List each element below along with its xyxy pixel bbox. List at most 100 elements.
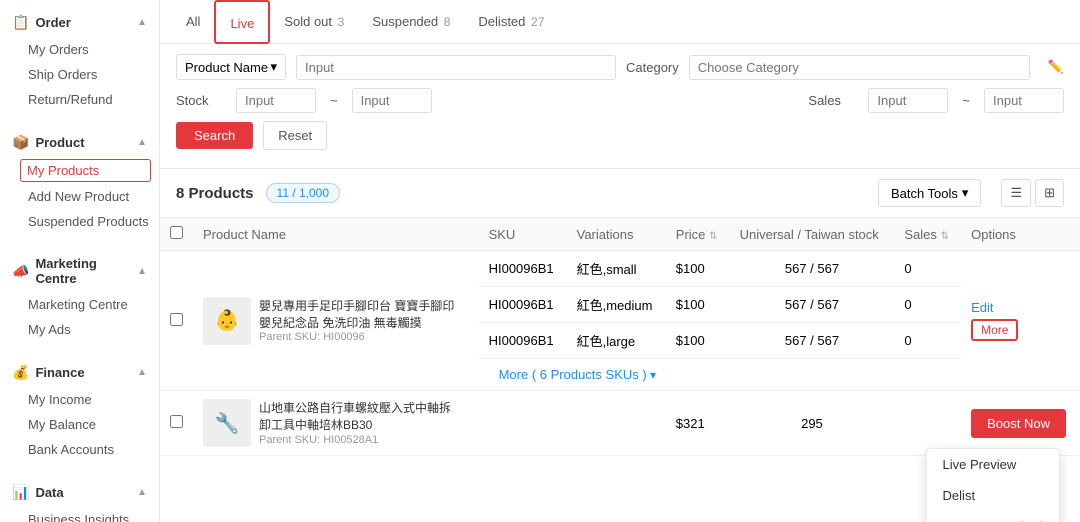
stock-tilde: ~	[326, 93, 342, 108]
row1-variant3-sales: 0	[894, 323, 961, 359]
chevron-down-icon: ▾	[270, 59, 277, 75]
products-count-badge: 11 / 1,000	[266, 183, 341, 203]
product-name-input[interactable]	[296, 55, 616, 80]
sidebar-item-my-ads[interactable]: My Ads	[0, 317, 159, 342]
batch-tools-button[interactable]: Batch Tools ▾	[878, 179, 982, 207]
sidebar-item-ship-orders[interactable]: Ship Orders	[0, 62, 159, 87]
row1-variant3-universal: 567 / 567	[730, 323, 895, 359]
row1-more-skus-link[interactable]: More ( 6 Products SKUs ) ▾	[489, 362, 666, 388]
table-header-variations: Variations	[567, 218, 666, 251]
row2-price: $321	[666, 391, 730, 456]
filter-row-1: Product Name ▾ Category ✏️	[176, 54, 1064, 80]
table-header-sales: Sales ⇅	[894, 218, 961, 251]
category-input[interactable]	[689, 55, 1030, 80]
table-header-sku: SKU	[479, 218, 567, 251]
sales-tilde: ~	[958, 93, 974, 108]
row1-variant2-price: $100	[666, 287, 730, 323]
products-count-title: 8 Products	[176, 185, 254, 202]
select-all-checkbox[interactable]	[170, 226, 183, 239]
row1-variant2-universal: 567 / 567	[730, 287, 895, 323]
row2-variation	[567, 391, 666, 456]
sidebar-item-business-insights[interactable]: Business Insights	[0, 507, 159, 522]
table-row: 👶 嬰兒專用手足印手腳印台 寶寶手腳印 嬰兒紀念品 免洗印油 無毒觸摸 Pare…	[160, 251, 1080, 287]
row2-checkbox[interactable]	[170, 415, 183, 428]
row1-variant1-sales: 0	[894, 251, 961, 287]
category-label: Category	[626, 60, 679, 75]
row1-variant1-sku: HI00096B1	[479, 251, 567, 287]
row2-universal: 295	[730, 391, 895, 456]
table-header-options: Options	[961, 218, 1080, 251]
sidebar-item-my-income[interactable]: My Income	[0, 387, 159, 412]
sidebar: 📋 Order ▲ My Orders Ship Orders Return/R…	[0, 0, 160, 522]
list-view-button[interactable]: ☰	[1001, 179, 1031, 207]
sidebar-item-add-new-product[interactable]: Add New Product	[0, 184, 159, 209]
sales-label: Sales	[808, 93, 858, 108]
boost-now-button[interactable]: Boost Now	[971, 409, 1066, 438]
finance-icon: 💰	[12, 364, 29, 381]
row1-name-cell: 👶 嬰兒專用手足印手腳印台 寶寶手腳印 嬰兒紀念品 免洗印油 無毒觸摸 Pare…	[203, 297, 469, 345]
sidebar-group-order[interactable]: 📋 Order ▲	[0, 8, 159, 37]
dropdown-item-live-preview[interactable]: Live Preview	[927, 449, 1059, 480]
product-name-select[interactable]: Product Name ▾	[176, 54, 286, 80]
products-header: 8 Products 11 / 1,000 Batch Tools ▾ ☰ ⊞	[160, 169, 1080, 218]
chevron-up-icon-product: ▲	[137, 137, 147, 148]
stock-input-max[interactable]	[352, 88, 432, 113]
product-icon: 📦	[12, 134, 29, 151]
chevron-up-icon-finance: ▲	[137, 367, 147, 378]
sidebar-item-my-products[interactable]: My Products	[20, 159, 151, 182]
row1-variant1-universal: 567 / 567	[730, 251, 895, 287]
filter-area: Product Name ▾ Category ✏️ Stock ~ Sales…	[160, 44, 1080, 169]
row1-variant2-variation: 紅色,medium	[567, 287, 666, 323]
row1-more-button[interactable]: More	[971, 319, 1018, 341]
sales-input-max[interactable]	[984, 88, 1064, 113]
sidebar-group-finance[interactable]: 💰 Finance ▲	[0, 358, 159, 387]
sidebar-item-return-refund[interactable]: Return/Refund	[0, 87, 159, 112]
row1-options-cell: Edit More	[961, 251, 1080, 391]
grid-view-button[interactable]: ⊞	[1035, 179, 1064, 207]
sidebar-item-marketing-centre[interactable]: Marketing Centre	[0, 292, 159, 317]
sidebar-item-my-balance[interactable]: My Balance	[0, 412, 159, 437]
sales-input-min[interactable]	[868, 88, 948, 113]
row1-edit-link[interactable]: Edit	[971, 300, 993, 315]
row1-variant1-variation: 紅色,small	[567, 251, 666, 287]
chevron-up-icon: ▲	[137, 17, 147, 28]
search-button[interactable]: Search	[176, 122, 253, 149]
row2-sales	[894, 391, 961, 456]
more-dropdown-menu: Live Preview Delist Start Keyword Ad	[926, 448, 1060, 522]
table-header-product-name: Product Name	[193, 218, 479, 251]
row1-variant1-price: $100	[666, 251, 730, 287]
chevron-down-icon-batch: ▾	[962, 185, 969, 201]
row1-variant2-sales: 0	[894, 287, 961, 323]
row1-checkbox[interactable]	[170, 313, 183, 326]
row1-variant3-sku: HI00096B1	[479, 323, 567, 359]
table-row: 🔧 山地車公路自行車螺紋壓入式中軸拆卸工具中軸培林BB30 Parent SKU…	[160, 391, 1080, 456]
data-icon: 📊	[12, 484, 29, 501]
sidebar-group-product[interactable]: 📦 Product ▲	[0, 128, 159, 157]
sidebar-item-suspended-products[interactable]: Suspended Products	[0, 209, 159, 234]
sidebar-item-my-orders[interactable]: My Orders	[0, 37, 159, 62]
tab-all[interactable]: All	[172, 0, 214, 44]
order-icon: 📋	[12, 14, 29, 31]
stock-input-min[interactable]	[236, 88, 316, 113]
sidebar-group-data[interactable]: 📊 Data ▲	[0, 478, 159, 507]
tab-sold-out[interactable]: Sold out 3	[270, 0, 358, 44]
row2-checkbox-cell	[160, 391, 193, 456]
table-area: Product Name SKU Variations Price ⇅ Univ…	[160, 218, 1080, 522]
row1-options: Edit	[971, 300, 1070, 315]
products-table: Product Name SKU Variations Price ⇅ Univ…	[160, 218, 1080, 456]
tab-suspended[interactable]: Suspended 8	[358, 0, 464, 44]
row2-sku	[479, 391, 567, 456]
row1-variant3-variation: 紅色,large	[567, 323, 666, 359]
dropdown-item-start-keyword-ad[interactable]: Start Keyword Ad	[927, 511, 1059, 522]
edit-icon[interactable]: ✏️	[1048, 59, 1064, 75]
row2-options-cell: Boost Now	[961, 391, 1080, 456]
dropdown-item-delist[interactable]: Delist	[927, 480, 1059, 511]
tab-delisted[interactable]: Delisted 27	[464, 0, 558, 44]
main-content: All ▼ Live Sold out 3 Suspended 8 Delist…	[160, 0, 1080, 522]
tab-live[interactable]: Live	[214, 0, 270, 44]
chevron-up-icon-data: ▲	[137, 487, 147, 498]
sidebar-item-bank-accounts[interactable]: Bank Accounts	[0, 437, 159, 462]
table-header-universal: Universal / Taiwan stock	[730, 218, 895, 251]
reset-button[interactable]: Reset	[263, 121, 327, 150]
sidebar-group-marketing[interactable]: 📣 Marketing Centre ▲	[0, 250, 159, 292]
